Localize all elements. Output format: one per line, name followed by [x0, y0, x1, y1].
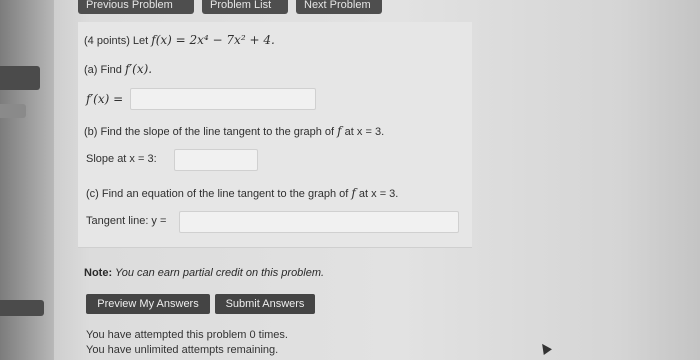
part-b-suffix: at x = 3.: [341, 126, 385, 138]
left-sidebar: [0, 0, 54, 360]
note-text: You can earn partial credit on this prob…: [112, 267, 325, 279]
problem-function: f(x) = 2x⁴ − 7x² + 4.: [151, 33, 275, 47]
part-b-text: (b) Find the slope of the line tangent t…: [84, 126, 338, 138]
problem-nav: Previous Problem Problem List Next Probl…: [78, 0, 382, 14]
tangent-line-label: Tangent line: y =: [86, 215, 167, 227]
part-a-text: (a) Find: [84, 64, 125, 76]
problem-header-text: (4 points) Let: [84, 35, 152, 47]
note-label: Note:: [84, 267, 113, 279]
tangent-line-input[interactable]: [179, 211, 459, 233]
next-problem-button[interactable]: Next Problem: [296, 0, 382, 14]
sidebar-tab-small[interactable]: [0, 104, 26, 118]
problem-list-button[interactable]: Problem List: [202, 0, 288, 14]
part-c-question: (c) Find an equation of the line tangent…: [86, 186, 398, 200]
problem-panel: (4 points) Let f(x) = 2x⁴ − 7x² + 4. (a)…: [78, 22, 472, 248]
preview-answers-button[interactable]: Preview My Answers: [86, 294, 210, 314]
part-a-question: (a) Find f′(x).: [84, 62, 152, 76]
attempts-status: You have attempted this problem 0 times.: [86, 329, 288, 341]
problem-header: (4 points) Let f(x) = 2x⁴ − 7x² + 4.: [84, 33, 275, 47]
submit-answers-button[interactable]: Submit Answers: [215, 294, 315, 314]
part-a-math: f′(x).: [124, 62, 153, 76]
derivative-label: f′(x) =: [86, 92, 124, 106]
attempts-remaining: You have unlimited attempts remaining.: [86, 344, 279, 356]
previous-problem-button[interactable]: Previous Problem: [78, 0, 194, 14]
derivative-input[interactable]: [130, 88, 316, 110]
sidebar-tab-bottom[interactable]: [0, 300, 44, 316]
partial-credit-note: Note: You can earn partial credit on thi…: [84, 267, 324, 279]
slope-input[interactable]: [174, 149, 258, 171]
part-b-question: (b) Find the slope of the line tangent t…: [84, 124, 384, 138]
part-c-suffix: at x = 3.: [355, 188, 399, 200]
part-c-text: (c) Find an equation of the line tangent…: [86, 188, 352, 200]
slope-label: Slope at x = 3:: [86, 153, 157, 165]
sidebar-tab[interactable]: [0, 66, 40, 90]
